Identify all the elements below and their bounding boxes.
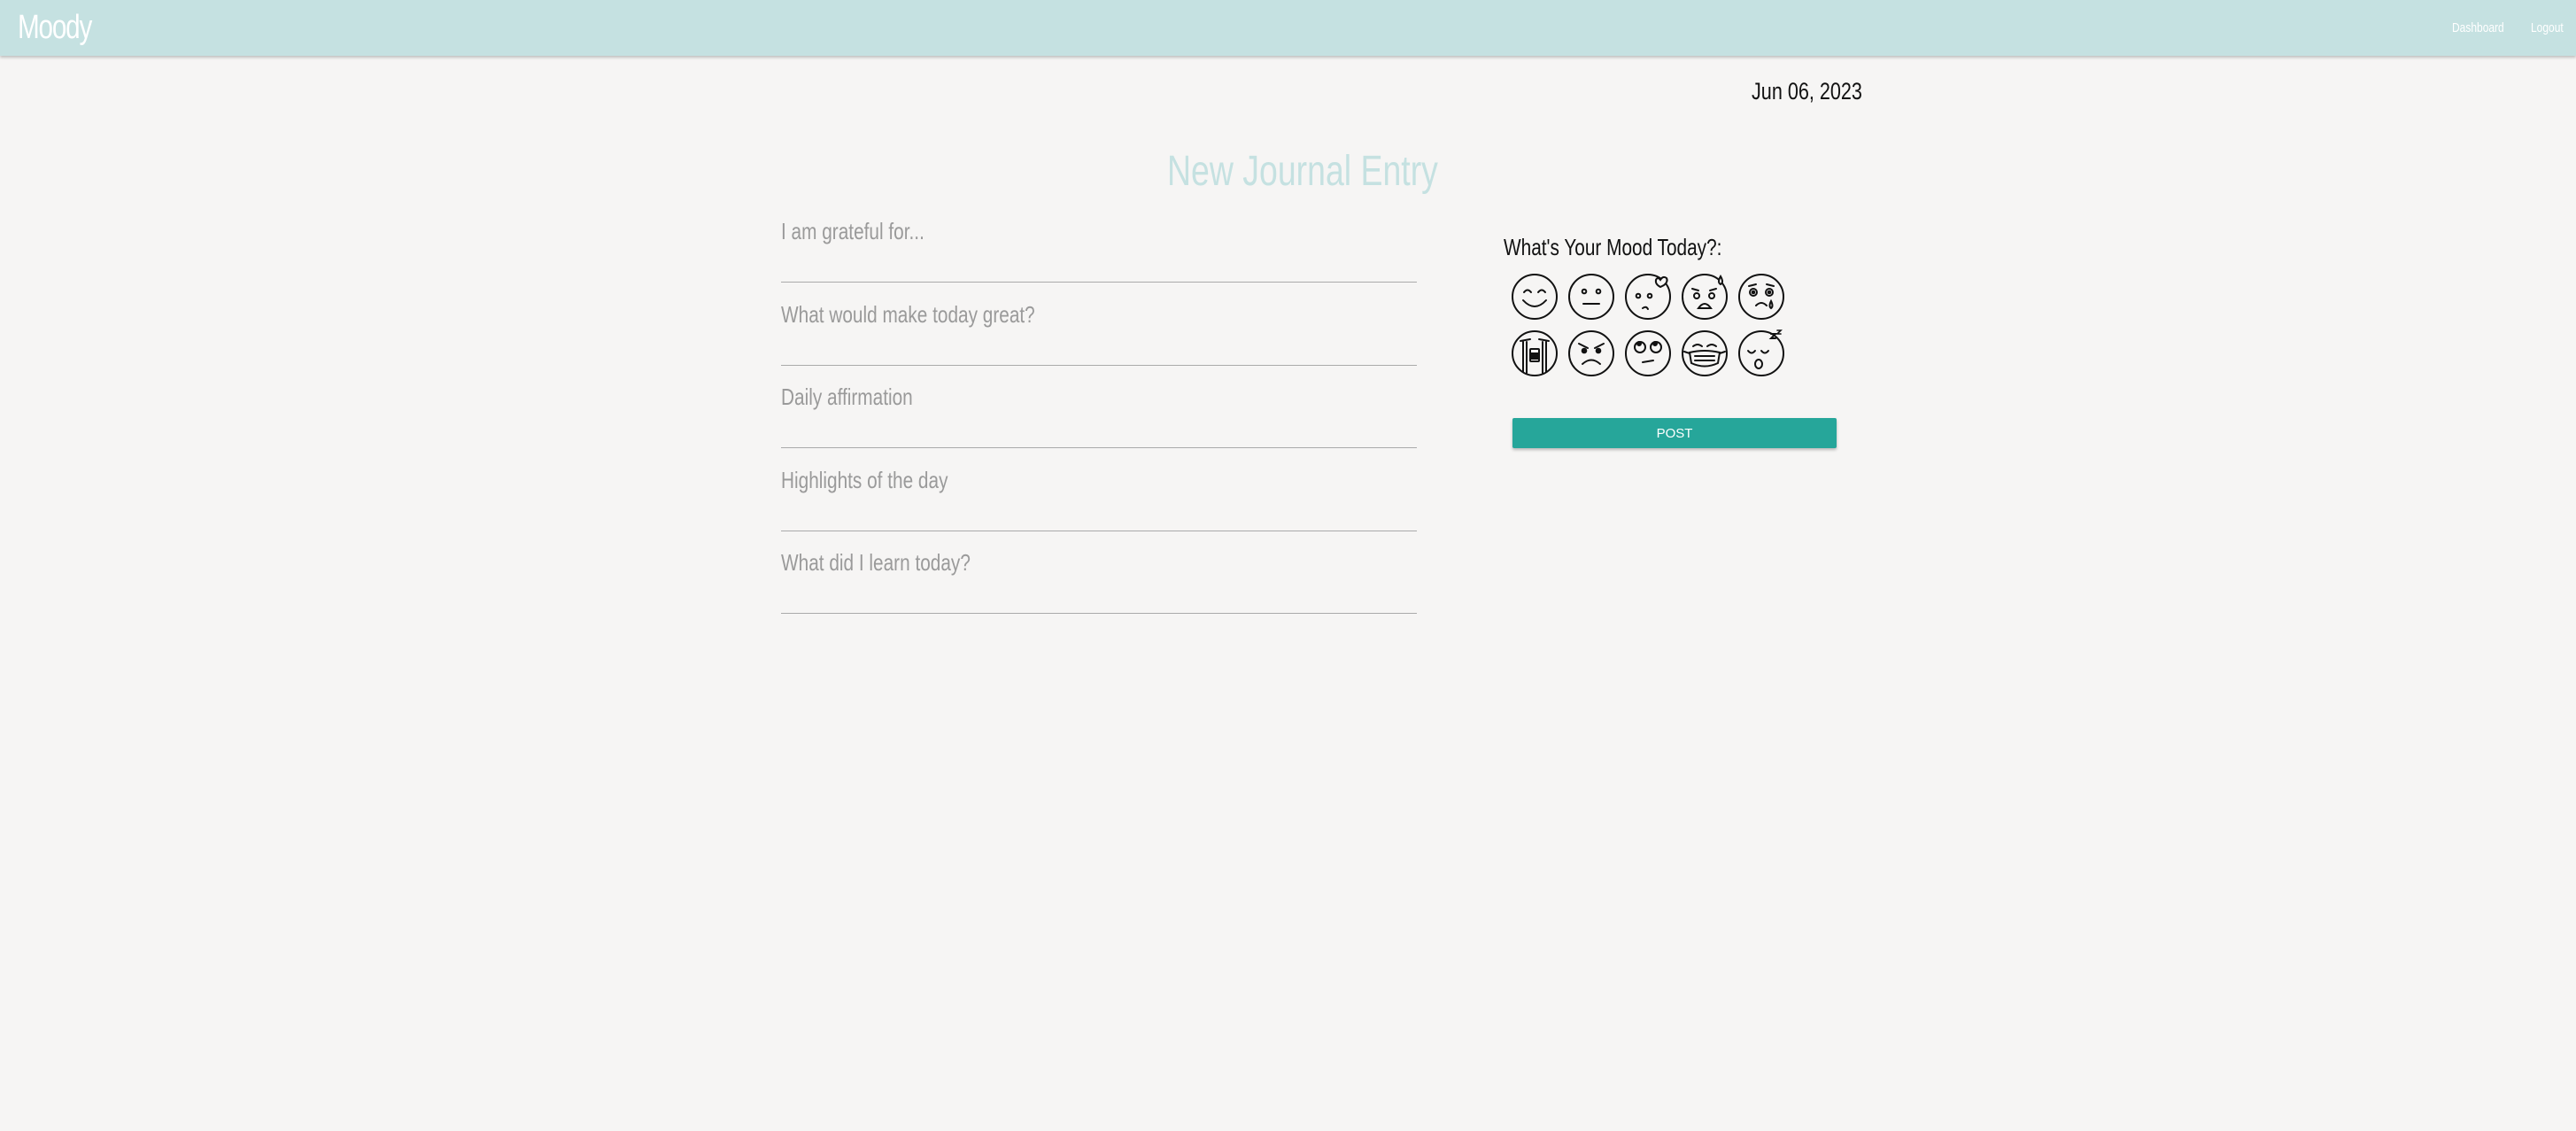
learned-today-input[interactable] xyxy=(781,542,1417,611)
highlights-input[interactable] xyxy=(781,460,1417,529)
learned-today-field[interactable]: What did I learn today? xyxy=(781,542,1417,614)
logout-link[interactable]: Logout xyxy=(2531,20,2564,35)
grateful-input[interactable] xyxy=(781,211,1417,280)
brand-logo[interactable]: Moody xyxy=(18,9,92,47)
navbar: Moody Dashboard Logout xyxy=(0,0,2576,56)
masked-face-icon[interactable] xyxy=(1681,329,1729,377)
sleeping-face-icon[interactable] xyxy=(1737,329,1785,377)
post-button[interactable]: POST xyxy=(1512,418,1837,448)
make-today-great-input[interactable] xyxy=(781,294,1417,363)
mood-label: What's Your Mood Today?: xyxy=(1504,234,1722,260)
angry-face-icon[interactable] xyxy=(1567,329,1615,377)
highlights-field[interactable]: Highlights of the day xyxy=(781,460,1417,531)
daily-affirmation-input[interactable] xyxy=(781,376,1417,445)
entry-date: Jun 06, 2023 xyxy=(1752,78,1862,105)
sobbing-face-icon[interactable] xyxy=(1511,329,1559,377)
flirty-face-icon[interactable] xyxy=(1624,273,1672,321)
neutral-face-icon[interactable] xyxy=(1567,273,1615,321)
grateful-field[interactable]: I am grateful for... xyxy=(781,211,1417,283)
dashboard-link[interactable]: Dashboard xyxy=(2452,20,2504,35)
make-today-great-field[interactable]: What would make today great? xyxy=(781,294,1417,366)
daily-affirmation-field[interactable]: Daily affirmation xyxy=(781,376,1417,448)
eye-roll-face-icon[interactable] xyxy=(1624,329,1672,377)
smiling-face-icon[interactable] xyxy=(1511,273,1559,321)
sweating-face-icon[interactable] xyxy=(1681,273,1729,321)
page-title: New Journal Entry xyxy=(1167,148,1438,195)
crying-face-icon[interactable] xyxy=(1737,273,1785,321)
